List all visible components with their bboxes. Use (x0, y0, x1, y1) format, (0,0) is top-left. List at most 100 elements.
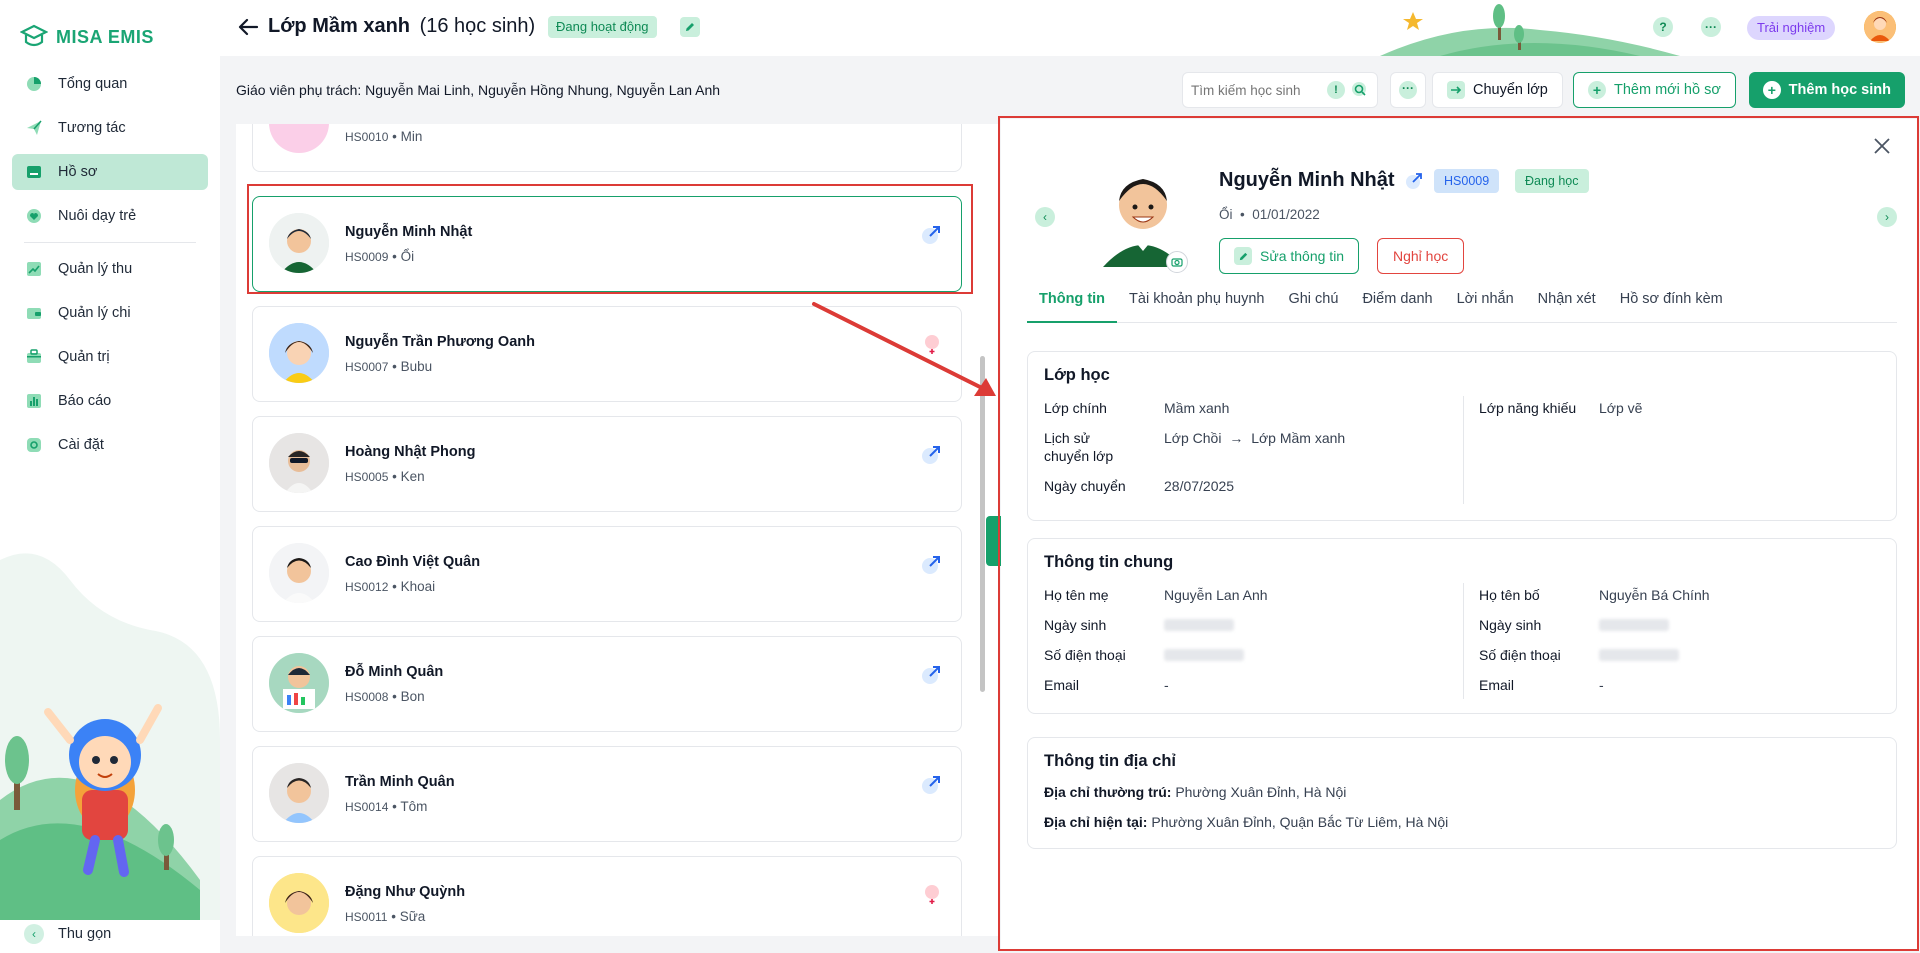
user-avatar[interactable] (1864, 11, 1896, 43)
sidebar-item-settings[interactable]: Cài đặt (12, 427, 208, 463)
female-icon (925, 885, 939, 904)
external-link-icon[interactable] (921, 553, 943, 575)
gear-icon (24, 435, 44, 455)
edit-class-button[interactable] (680, 17, 700, 37)
sidebar-item-profiles[interactable]: Hồ sơ (12, 154, 208, 190)
sidebar-item-interaction[interactable]: Tương tác (12, 110, 208, 146)
sidebar-item-label: Báo cáo (58, 393, 112, 409)
student-name: Trần Minh Quân (345, 774, 455, 790)
sidebar-divider (24, 242, 196, 243)
folder-icon (24, 162, 44, 182)
sidebar-item-revenue[interactable]: Quản lý thu (12, 251, 208, 287)
brand-logo[interactable]: MISA EMIS (20, 24, 154, 50)
list-item[interactable]: Cao Đình Việt Quân HS0012 • Khoai (252, 526, 962, 622)
sidebar-item-label: Cài đặt (58, 437, 104, 453)
paper-plane-icon (24, 118, 44, 138)
avatar (269, 543, 329, 603)
sidebar-item-label: Nuôi dạy trẻ (58, 208, 137, 224)
student-meta: HS0012 • Khoai (345, 579, 436, 594)
student-meta: HS0014 • Tôm (345, 799, 428, 814)
list-item[interactable]: Trần Minh Quân HS0014 • Tôm (252, 746, 962, 842)
sidebar-item-label: Quản trị (58, 349, 110, 365)
plus-icon: + (1763, 81, 1781, 99)
sidebar-item-reports[interactable]: Báo cáo (12, 383, 208, 419)
bar-chart-icon (24, 391, 44, 411)
pencil-icon (686, 23, 694, 31)
plus-icon: + (1588, 81, 1606, 99)
student-meta: HS0005 • Ken (345, 469, 425, 484)
avatar (269, 323, 329, 383)
brand-name: MISA EMIS (56, 26, 154, 47)
student-name: Nguyễn Trần Phương Oanh (345, 334, 535, 350)
student-meta: HS0011 • Sữa (345, 909, 426, 924)
search-icon[interactable] (1351, 81, 1369, 99)
student-name: Hoàng Nhật Phong (345, 444, 476, 460)
annotation-arrow (812, 302, 996, 396)
student-count: (16 học sinh) (419, 15, 536, 37)
kid-illustration (0, 553, 220, 920)
transfer-label: Chuyển lớp (1473, 82, 1548, 98)
sidebar-item-label: Tương tác (58, 120, 126, 136)
sidebar-item-admin[interactable]: Quản trị (12, 339, 208, 375)
new-profile-label: Thêm mới hồ sơ (1614, 82, 1721, 98)
trend-chart-icon (24, 259, 44, 279)
sidebar-item-label: Hồ sơ (58, 164, 98, 180)
student-meta: HS0007 • Bubu (345, 359, 433, 374)
sidebar-item-expense[interactable]: Quản lý chi (12, 295, 208, 331)
sidebar-item-label: Tổng quan (58, 76, 128, 92)
trial-button[interactable]: Trải nghiệm (1747, 16, 1836, 40)
chevron-left-icon: ‹ (24, 924, 44, 944)
class-name: Lớp Mầm xanh (268, 15, 411, 37)
student-search-box: ! (1182, 72, 1378, 108)
list-item[interactable]: Đỗ Minh Quân HS0008 • Bon (252, 636, 962, 732)
new-profile-button[interactable]: + Thêm mới hồ sơ (1573, 72, 1736, 108)
page-title: Lớp Mầm xanh (16 học sinh) (268, 15, 535, 38)
back-arrow-icon[interactable] (236, 14, 262, 40)
add-student-button[interactable]: + Thêm học sinh (1749, 72, 1905, 108)
transfer-class-button[interactable]: Chuyển lớp (1432, 72, 1563, 108)
class-status-badge: Đang hoạt động (548, 16, 657, 38)
avatar (269, 433, 329, 493)
wallet-icon (24, 303, 44, 323)
pie-chart-icon (24, 74, 44, 94)
help-icon[interactable]: ? (1653, 17, 1673, 37)
highlight-box-selected-student (247, 184, 973, 294)
sidebar-item-label: Quản lý thu (58, 261, 133, 277)
highlight-box-detail-panel (998, 116, 1919, 951)
list-item[interactable]: Đặng Như Quỳnh HS0011 • Sữa (252, 856, 962, 936)
more-apps-icon[interactable]: ··· (1701, 17, 1721, 37)
misa-logo-icon (20, 24, 48, 47)
briefcase-icon (24, 347, 44, 367)
external-link-icon[interactable] (921, 663, 943, 685)
ellipsis-icon: ··· (1399, 81, 1417, 99)
info-icon[interactable]: ! (1327, 81, 1345, 99)
sidebar: MISA EMIS Tổng quan Tương tác Hồ sơ Nuôi… (0, 0, 220, 953)
add-student-label: Thêm học sinh (1788, 82, 1891, 98)
avatar (269, 873, 329, 933)
top-header: Lớp Mầm xanh (16 học sinh) Đang hoạt độn… (220, 0, 1920, 56)
student-meta: HS0008 • Bon (345, 689, 425, 704)
external-link-icon[interactable] (921, 443, 943, 465)
more-options-button[interactable]: ··· (1390, 72, 1426, 108)
sidebar-nav: Tổng quan Tương tác Hồ sơ Nuôi dạy trẻ Q… (12, 66, 208, 471)
external-link-icon[interactable] (921, 773, 943, 795)
avatar (269, 124, 329, 153)
sidebar-item-label: Quản lý chi (58, 305, 131, 321)
avatar (269, 763, 329, 823)
avatar (269, 653, 329, 713)
teachers-info: Giáo viên phụ trách: Nguyễn Mai Linh, Ng… (236, 82, 721, 98)
sidebar-item-overview[interactable]: Tổng quan (12, 66, 208, 102)
list-item[interactable]: Hoàng Nhật Phong HS0005 • Ken (252, 416, 962, 512)
list-item[interactable]: HS0010 • Min (252, 124, 962, 172)
student-meta: HS0010 • Min (345, 129, 423, 144)
transfer-icon (1447, 81, 1465, 99)
heart-leaf-icon (24, 206, 44, 226)
search-input[interactable] (1191, 82, 1321, 98)
student-name: Đỗ Minh Quân (345, 664, 444, 680)
student-name: Cao Đình Việt Quân (345, 554, 481, 570)
collapse-label: Thu gọn (58, 926, 112, 942)
collapse-sidebar-button[interactable]: ‹ Thu gọn (24, 924, 111, 944)
sidebar-item-childcare[interactable]: Nuôi dạy trẻ (12, 198, 208, 234)
student-name: Đặng Như Quỳnh (345, 884, 466, 900)
hills-illustration (1380, 4, 1680, 56)
